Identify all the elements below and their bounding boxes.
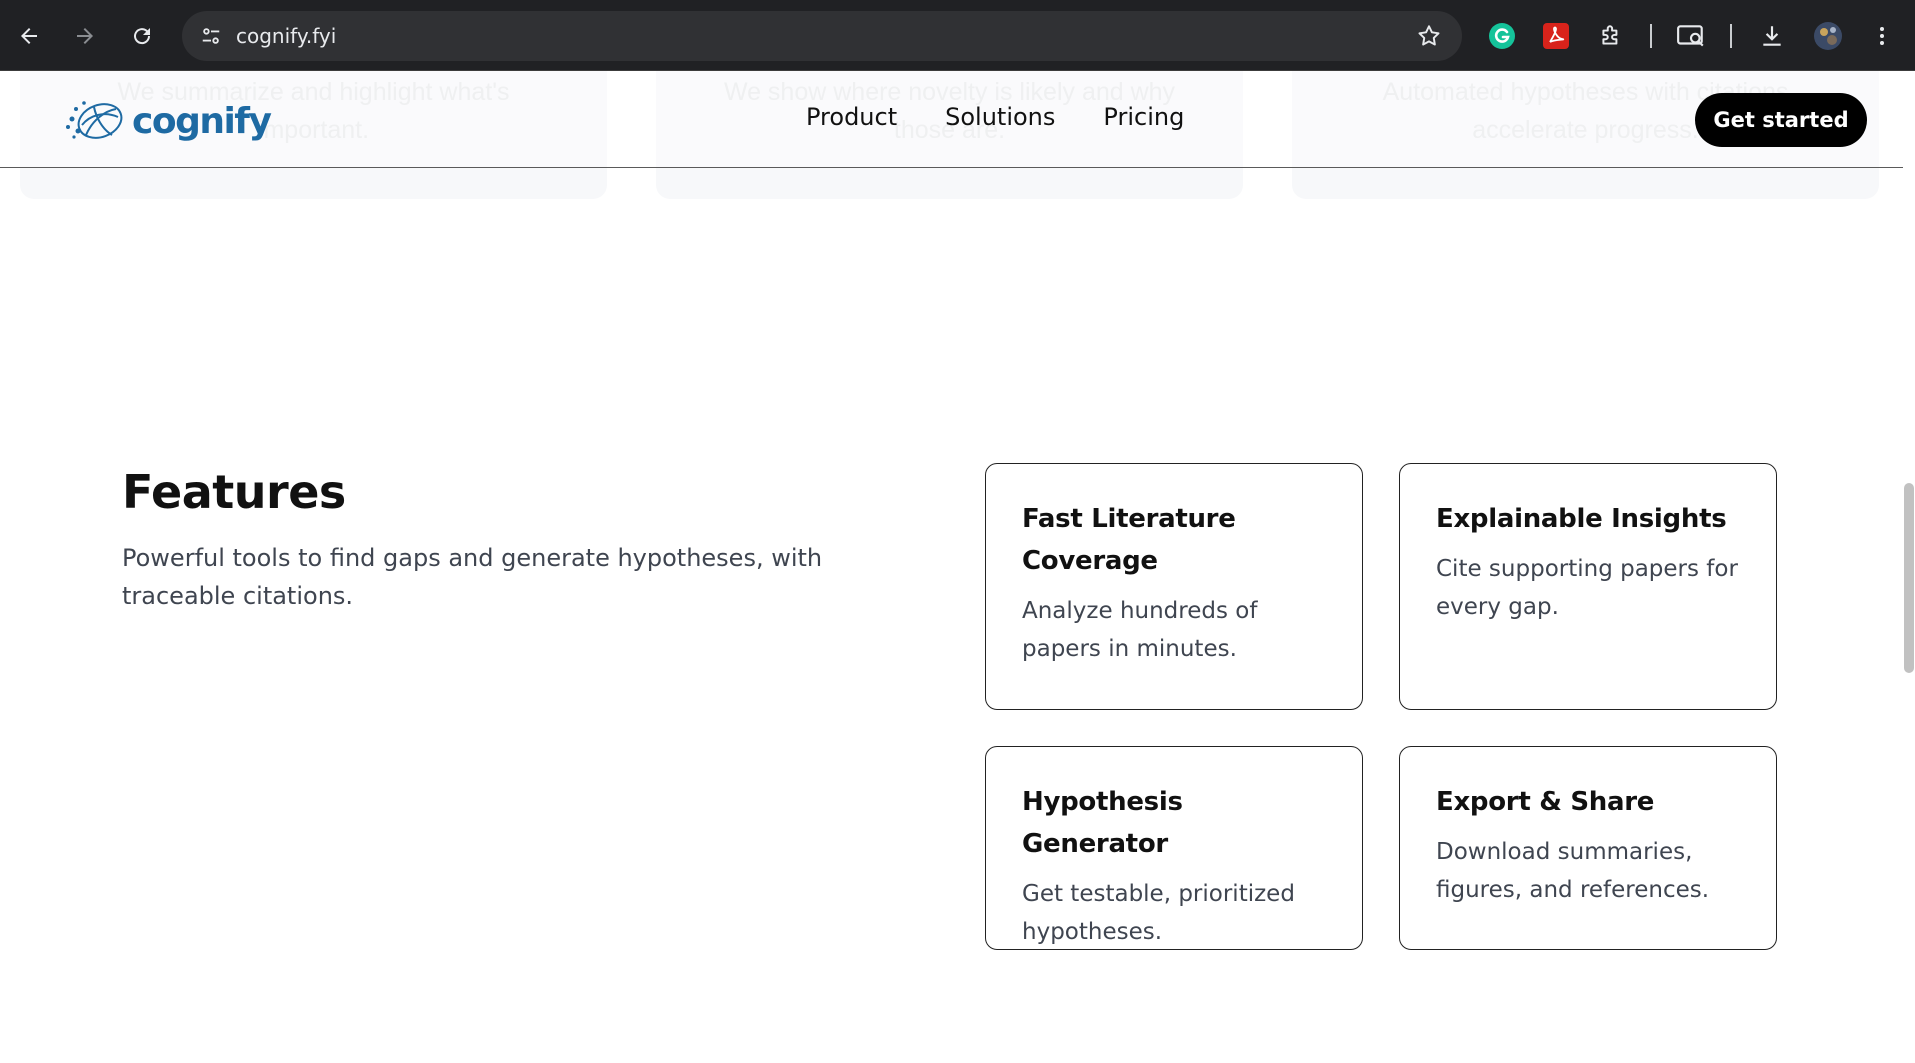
feature-card-body: Cite supporting papers for every gap.: [1436, 556, 1738, 620]
main-nav: Product Solutions Pricing: [806, 103, 1184, 131]
feature-card-title: Fast Literature Coverage: [1022, 504, 1236, 576]
feature-card-title: Hypothesis Generator: [1022, 787, 1183, 859]
get-started-button[interactable]: Get started: [1695, 93, 1867, 147]
url-text[interactable]: cognify.fyi: [236, 24, 336, 48]
address-bar[interactable]: cognify.fyi: [182, 11, 1462, 61]
feature-card-title: Explainable Insights: [1436, 504, 1727, 534]
extensions-puzzle-icon[interactable]: [1593, 18, 1629, 54]
feature-card-fast-literature: Fast Literature Coverage Analyze hundred…: [985, 463, 1363, 710]
toolbar-separator: [1730, 24, 1732, 48]
grammarly-icon[interactable]: [1484, 18, 1520, 54]
feature-card-body: Analyze hundreds of papers in minutes.: [1022, 598, 1258, 662]
feature-card-export-share: Export & Share Download summaries, figur…: [1399, 746, 1777, 950]
reading-mode-icon[interactable]: [1673, 18, 1709, 54]
more-vertical-icon[interactable]: [1864, 18, 1900, 54]
feature-card-body: Get testable, prioritized hypotheses.: [1022, 881, 1295, 945]
toolbar-separator: [1650, 24, 1652, 48]
pdf-icon[interactable]: [1538, 18, 1574, 54]
features-heading: Features: [122, 465, 346, 519]
download-icon[interactable]: [1754, 18, 1790, 54]
profile-avatar-icon[interactable]: [1810, 18, 1846, 54]
back-arrow-icon[interactable]: [9, 16, 49, 56]
browser-toolbar: cognify.fyi: [0, 0, 1915, 71]
features-subtitle: Powerful tools to find gaps and generate…: [122, 544, 823, 610]
bookmark-star-icon[interactable]: [1416, 23, 1442, 49]
nav-pricing[interactable]: Pricing: [1103, 103, 1184, 131]
scrollbar-thumb[interactable]: [1904, 483, 1914, 673]
cognify-logo-icon: [66, 101, 123, 139]
feature-card-explainable-insights: Explainable Insights Cite supporting pap…: [1399, 463, 1777, 710]
logo-text: cognify: [132, 100, 272, 142]
feature-card-title: Export & Share: [1436, 787, 1655, 817]
feature-card-body: Download summaries, figures, and referen…: [1436, 839, 1710, 903]
page-viewport: We summarize and highlight what's import…: [0, 71, 1903, 1063]
nav-solutions[interactable]: Solutions: [945, 103, 1055, 131]
nav-product[interactable]: Product: [806, 103, 897, 131]
reload-icon[interactable]: [122, 16, 162, 56]
site-header: cognify Product Solutions Pricing Get st…: [0, 71, 1903, 168]
logo[interactable]: cognify: [64, 95, 272, 147]
feature-card-hypothesis-generator: Hypothesis Generator Get testable, prior…: [985, 746, 1363, 950]
forward-arrow-icon[interactable]: [65, 16, 105, 56]
site-settings-icon[interactable]: [196, 21, 226, 51]
